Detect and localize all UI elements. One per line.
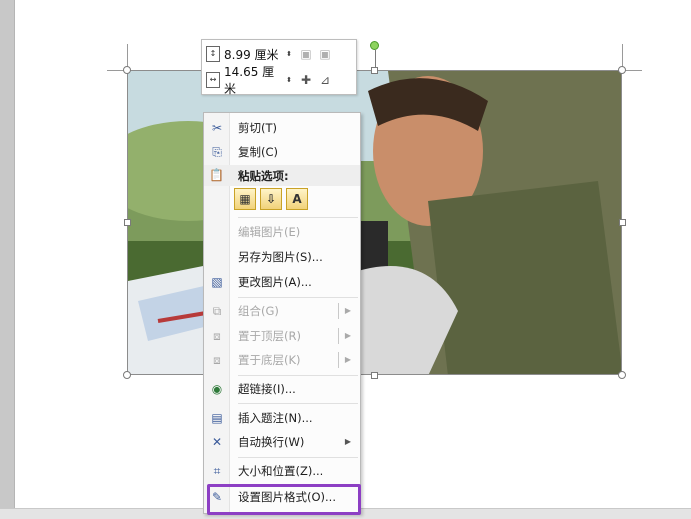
menu-item-label: 复制(C) bbox=[238, 145, 279, 159]
crop-icon[interactable]: ▣ bbox=[298, 46, 314, 62]
menu-item-label: 置于底层(K) bbox=[238, 353, 301, 367]
menu-item-cut[interactable]: ✂ 剪切(T) bbox=[204, 116, 360, 140]
resize-handle[interactable] bbox=[619, 219, 626, 226]
menu-item-label: 自动换行(W) bbox=[238, 435, 305, 449]
menu-item-label: 置于顶层(R) bbox=[238, 329, 301, 343]
menu-item-bring-to-front[interactable]: ⧈ 置于顶层(R) ▶ bbox=[204, 324, 360, 348]
height-spinner[interactable]: ⬍ bbox=[284, 50, 294, 58]
split-divider bbox=[338, 303, 339, 319]
width-value[interactable]: 14.65 厘米 bbox=[224, 63, 284, 97]
submenu-arrow-icon: ▶ bbox=[344, 306, 351, 315]
watermark-text: 搜狗指南 bbox=[550, 436, 663, 466]
crop-fill-icon[interactable]: ▣ bbox=[317, 46, 333, 62]
hyperlink-icon: ◉ bbox=[211, 382, 223, 396]
bring-to-front-icon: ⧈ bbox=[213, 329, 221, 343]
group-icon: ⧉ bbox=[212, 304, 222, 318]
paste-text-only-icon[interactable]: A bbox=[286, 188, 308, 210]
watermark-title: S 搜狗指南 bbox=[510, 430, 662, 467]
menu-item-change-picture[interactable]: ▧ 更改图片(A)... bbox=[204, 270, 360, 294]
resize-handle[interactable] bbox=[371, 372, 378, 379]
height-row: ↕ 8.99 厘米 ⬍ ▣ ▣ bbox=[206, 43, 336, 65]
resize-handle[interactable] bbox=[123, 66, 131, 74]
submenu-arrow-icon: ▶ bbox=[344, 437, 351, 446]
menu-separator bbox=[238, 297, 358, 298]
menu-item-label: 插入题注(N)... bbox=[238, 411, 313, 425]
width-icon: ↔ bbox=[206, 72, 220, 88]
context-menu: ✂ 剪切(T) ⎘ 复制(C) 📋 粘贴选项: ▦ ⇩ A 编辑图片(E) 另存… bbox=[203, 112, 361, 514]
size-position-icon: ⌗ bbox=[213, 464, 221, 478]
width-row: ↔ 14.65 厘米 ⬍ ✚ ⊿ bbox=[206, 65, 336, 96]
menu-item-text-wrap[interactable]: ✕ 自动换行(W) ▶ bbox=[204, 430, 360, 454]
menu-item-label: 更改图片(A)... bbox=[238, 275, 312, 289]
menu-item-copy[interactable]: ⎘ 复制(C) bbox=[204, 140, 360, 164]
split-divider bbox=[338, 352, 339, 368]
resize-handle[interactable] bbox=[618, 66, 626, 74]
paste-options-header: 📋 粘贴选项: bbox=[204, 165, 360, 186]
menu-item-size-position[interactable]: ⌗ 大小和位置(Z)... bbox=[204, 459, 360, 483]
menu-item-save-as-picture[interactable]: 另存为图片(S)... bbox=[204, 245, 360, 269]
paste-options: ▦ ⇩ A bbox=[234, 188, 308, 210]
rotate-stem bbox=[375, 50, 376, 67]
menu-separator bbox=[238, 217, 358, 218]
menu-item-label: 组合(G) bbox=[238, 304, 279, 318]
paste-keep-formatting-icon[interactable]: ▦ bbox=[234, 188, 256, 210]
copy-icon: ⎘ bbox=[212, 145, 222, 159]
menu-separator bbox=[238, 457, 358, 458]
menu-item-group[interactable]: ⧉ 组合(G) ▶ bbox=[204, 299, 360, 323]
resize-handle[interactable] bbox=[124, 219, 131, 226]
crop-tool-icon[interactable]: ✚ bbox=[298, 72, 314, 88]
menu-item-label: 超链接(I)... bbox=[238, 382, 296, 396]
resize-handle[interactable] bbox=[123, 371, 131, 379]
menu-item-send-to-back[interactable]: ⧈ 置于底层(K) ▶ bbox=[204, 348, 360, 372]
sogou-logo-icon: S bbox=[510, 431, 544, 466]
height-icon: ↕ bbox=[206, 46, 220, 62]
paste-merge-formatting-icon[interactable]: ⇩ bbox=[260, 188, 282, 210]
menu-separator bbox=[238, 403, 358, 404]
left-gutter bbox=[0, 0, 14, 519]
menu-item-label: 大小和位置(Z)... bbox=[238, 464, 324, 478]
menu-item-edit-picture[interactable]: 编辑图片(E) bbox=[204, 220, 360, 244]
change-picture-icon: ▧ bbox=[211, 275, 223, 289]
clipboard-icon: 📋 bbox=[209, 168, 224, 182]
rotate-handle[interactable] bbox=[370, 41, 379, 50]
insert-caption-icon: ▤ bbox=[211, 411, 223, 425]
menu-item-label: 另存为图片(S)... bbox=[238, 250, 323, 264]
width-spinner[interactable]: ⬍ bbox=[284, 76, 294, 84]
menu-item-hyperlink[interactable]: ◉ 超链接(I)... bbox=[204, 377, 360, 401]
submenu-arrow-icon: ▶ bbox=[344, 331, 351, 340]
height-value[interactable]: 8.99 厘米 bbox=[224, 46, 284, 63]
resize-handle[interactable] bbox=[618, 371, 626, 379]
watermark: S 搜狗指南 zhinan.sogou.com bbox=[510, 430, 662, 487]
menu-item-label: 编辑图片(E) bbox=[238, 225, 301, 239]
resize-handle[interactable] bbox=[371, 67, 378, 74]
send-to-back-icon: ⧈ bbox=[213, 353, 221, 367]
size-mini-toolbar: ↕ 8.99 厘米 ⬍ ▣ ▣ ↔ 14.65 厘米 ⬍ ✚ ⊿ bbox=[201, 39, 357, 96]
split-divider bbox=[338, 328, 339, 344]
menu-separator bbox=[238, 375, 358, 376]
menu-item-label: 剪切(T) bbox=[238, 121, 277, 135]
submenu-arrow-icon: ▶ bbox=[344, 355, 351, 364]
selected-picture[interactable] bbox=[127, 70, 622, 375]
rotate-picture-icon[interactable]: ⊿ bbox=[317, 72, 333, 88]
menu-item-insert-caption[interactable]: ▤ 插入题注(N)... bbox=[204, 406, 360, 430]
highlight-annotation bbox=[207, 484, 361, 515]
text-wrap-icon: ✕ bbox=[211, 435, 223, 449]
scissors-icon: ✂ bbox=[211, 121, 223, 135]
watermark-url: zhinan.sogou.com bbox=[512, 471, 656, 487]
